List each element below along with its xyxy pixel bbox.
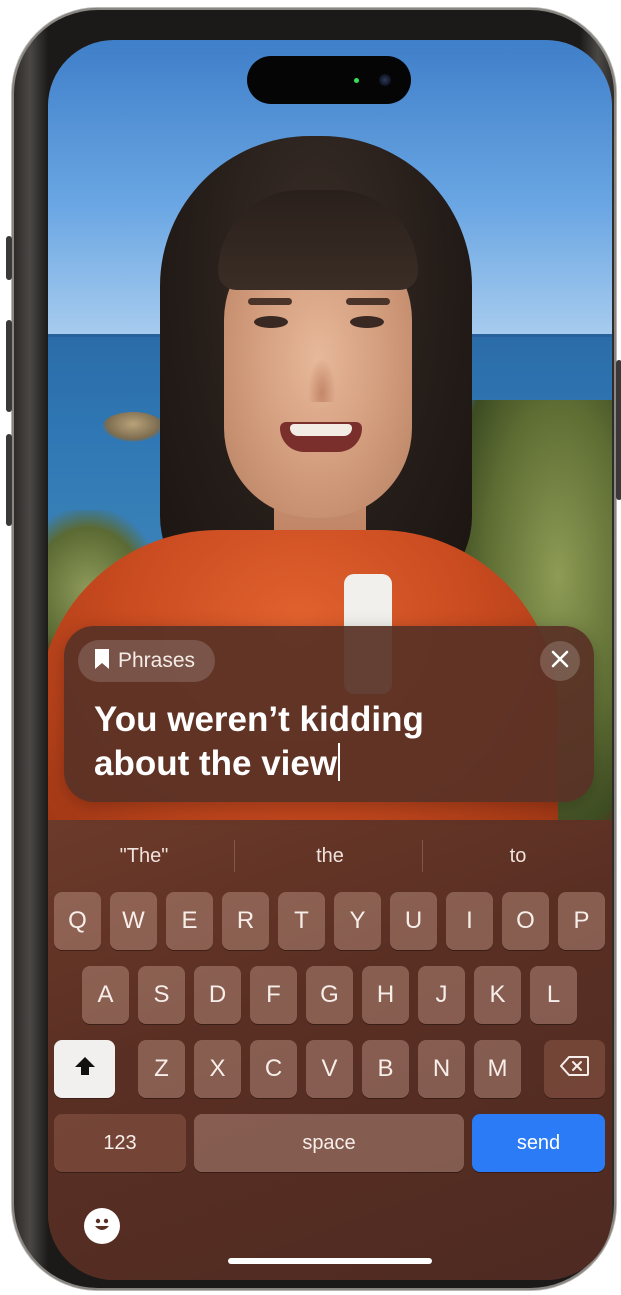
suggestion-divider <box>234 840 235 872</box>
home-indicator[interactable] <box>228 1258 432 1264</box>
emoji-icon <box>89 1211 115 1242</box>
phrase-text-field[interactable]: You weren’t kidding about the view <box>94 698 574 786</box>
key-p[interactable]: P <box>558 892 605 950</box>
phrases-label: Phrases <box>118 649 196 672</box>
live-speech-card: Phrases You weren’t kidding about the vi… <box>64 626 594 802</box>
bookmark-icon <box>94 648 110 675</box>
key-a[interactable]: A <box>82 966 129 1024</box>
key-g[interactable]: G <box>306 966 353 1024</box>
volume-up-button <box>6 320 12 412</box>
action-button <box>6 236 12 280</box>
key-k[interactable]: K <box>474 966 521 1024</box>
phone-frame: Phrases You weren’t kidding about the vi… <box>6 8 621 1290</box>
key-d[interactable]: D <box>194 966 241 1024</box>
close-button[interactable] <box>540 641 580 681</box>
key-w[interactable]: W <box>110 892 157 950</box>
key-l[interactable]: L <box>530 966 577 1024</box>
send-key[interactable]: send <box>472 1114 605 1172</box>
delete-icon <box>559 1055 590 1084</box>
screen: Phrases You weren’t kidding about the vi… <box>48 40 612 1280</box>
phrase-line-1: You weren’t kidding <box>94 700 424 739</box>
shift-icon <box>74 1055 96 1083</box>
key-y[interactable]: Y <box>334 892 381 950</box>
key-f[interactable]: F <box>250 966 297 1024</box>
suggestion-2[interactable]: the <box>236 834 424 878</box>
text-cursor <box>338 743 341 781</box>
key-b[interactable]: B <box>362 1040 409 1098</box>
suggestion-3[interactable]: to <box>424 834 612 878</box>
key-j[interactable]: J <box>418 966 465 1024</box>
suggestion-divider <box>422 840 423 872</box>
key-r[interactable]: R <box>222 892 269 950</box>
phrases-button[interactable]: Phrases <box>78 640 216 682</box>
key-i[interactable]: I <box>446 892 493 950</box>
key-h[interactable]: H <box>362 966 409 1024</box>
key-z[interactable]: Z <box>138 1040 185 1098</box>
volume-down-button <box>6 434 12 526</box>
key-x[interactable]: X <box>194 1040 241 1098</box>
delete-key[interactable] <box>544 1040 605 1098</box>
numbers-key[interactable]: 123 <box>54 1114 186 1172</box>
key-e[interactable]: E <box>166 892 213 950</box>
key-u[interactable]: U <box>390 892 437 950</box>
key-v[interactable]: V <box>306 1040 353 1098</box>
key-c[interactable]: C <box>250 1040 297 1098</box>
emoji-button[interactable] <box>84 1208 120 1244</box>
suggestion-1[interactable]: "The" <box>50 834 238 878</box>
side-button <box>616 360 621 500</box>
close-icon <box>551 650 569 673</box>
key-m[interactable]: M <box>474 1040 521 1098</box>
key-q[interactable]: Q <box>54 892 101 950</box>
phrase-line-2: about the view <box>94 744 338 783</box>
key-o[interactable]: O <box>502 892 549 950</box>
key-t[interactable]: T <box>278 892 325 950</box>
shift-key[interactable] <box>54 1040 115 1098</box>
space-key[interactable]: space <box>194 1114 464 1172</box>
key-s[interactable]: S <box>138 966 185 1024</box>
camera-indicator-icon <box>354 78 359 83</box>
front-camera-icon <box>379 74 391 86</box>
key-n[interactable]: N <box>418 1040 465 1098</box>
